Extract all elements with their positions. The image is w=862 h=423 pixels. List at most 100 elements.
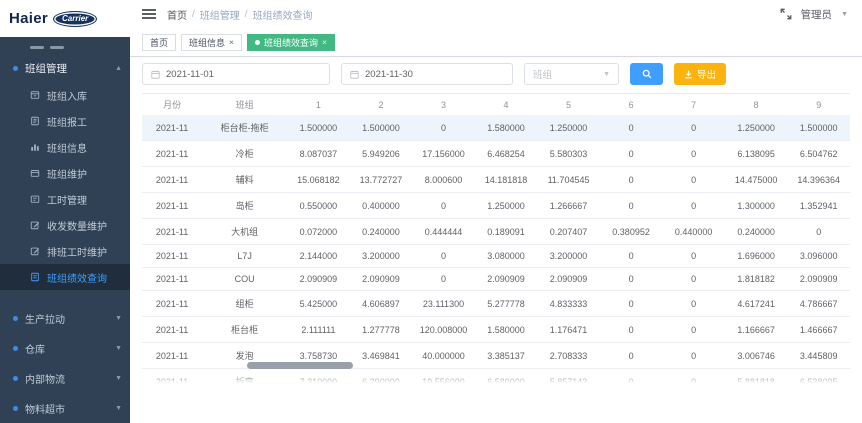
value-cell: 4.606897 [350,291,413,317]
sidebar-group-0[interactable]: 生产拉动▼ [0,303,130,333]
close-tab-icon[interactable]: × [229,38,234,47]
value-cell: 2.708333 [537,343,600,369]
value-cell: 6.504762 [787,141,850,167]
team-cell: 岛柜 [202,193,287,219]
value-cell: 0.240000 [725,219,788,245]
breadcrumb-item[interactable]: 班组管理 [200,7,240,22]
date-to-input[interactable]: 2021-11-30 [341,63,513,85]
month-cell: 2021-11 [142,369,202,386]
chevron-down-icon[interactable]: ▼ [841,11,848,18]
value-cell: 3.006746 [725,343,788,369]
value-cell: 0 [412,193,475,219]
sidebar-group-1[interactable]: 仓库▼ [0,333,130,363]
sidebar-item-label: 班组信息 [47,140,87,155]
team-cell: L7J [202,245,287,268]
hamburger-icon[interactable] [142,13,156,15]
sidebar-group-label: 生产拉动 [25,311,65,326]
tab-item[interactable]: 班组信息× [181,34,242,51]
clock-icon [29,194,40,205]
value-cell: 0 [412,115,475,141]
value-cell: 0 [662,167,725,193]
value-cell: 1.696000 [725,245,788,268]
value-cell: 0 [662,115,725,141]
chevron-down-icon: ▼ [115,375,122,382]
breadcrumb-separator: / [245,9,248,20]
table-row[interactable]: 2021-11折弯7.3100006.29000019.5560006.5800… [142,369,850,386]
table-row[interactable]: 2021-11大机组0.0720000.2400000.4444440.1890… [142,219,850,245]
sidebar-item-label: 收发数量维护 [47,218,107,233]
table-row[interactable]: 2021-11冷柜8.0870375.94920617.1560006.4682… [142,141,850,167]
sidebar-item-active[interactable]: 班组绩效查询 [0,264,130,290]
month-cell: 2021-11 [142,167,202,193]
doc-icon [29,272,40,283]
value-cell: 0 [412,268,475,291]
table-row[interactable]: 2021-11COU2.0909092.09090902.0909092.090… [142,268,850,291]
table-row[interactable]: 2021-11柜台柜-拖柜1.5000001.50000001.5800001.… [142,115,850,141]
sidebar-item-3[interactable]: 班组维护 [0,160,130,186]
search-button[interactable] [630,63,663,85]
sidebar-item-2[interactable]: 班组信息 [0,134,130,160]
sidebar-item-label: 工时管理 [47,192,87,207]
sidebar-item-5[interactable]: 收发数量维护 [0,212,130,238]
menu-dot-icon [13,316,18,321]
table-wrap: 月份班组123456789 2021-11柜台柜-拖柜1.5000001.500… [142,94,850,385]
table-row[interactable]: 2021-11L7J2.1440003.20000003.0800003.200… [142,245,850,268]
calendar-icon [350,70,359,79]
value-cell: 2.090909 [350,268,413,291]
value-cell: 7.310000 [287,369,350,386]
value-cell: 120.008000 [412,317,475,343]
value-cell: 40.000000 [412,343,475,369]
value-cell: 0 [412,245,475,268]
sidebar-item-label: 班组绩效查询 [47,270,107,285]
archive-icon [29,90,40,101]
close-tab-icon[interactable]: × [322,38,327,47]
team-cell: COU [202,268,287,291]
date-from-input[interactable]: 2021-11-01 [142,63,330,85]
value-cell: 3.445809 [787,343,850,369]
fullscreen-icon[interactable] [780,8,792,20]
sidebar-group-label: 物料超市 [25,401,65,416]
sidebar-parent-label: 班组管理 [25,61,67,76]
breadcrumb-item[interactable]: 首页 [167,7,187,22]
month-cell: 2021-11 [142,141,202,167]
sidebar-item-0[interactable]: 班组入库 [0,82,130,108]
tab-home[interactable]: 首页 [142,34,176,51]
value-cell: 1.580000 [475,115,538,141]
table-row[interactable]: 2021-11柜台柜2.1111111.277778120.0080001.58… [142,317,850,343]
value-cell: 1.166667 [725,317,788,343]
tab-active-item[interactable]: 班组绩效查询× [247,34,335,51]
stub-dash [30,46,44,49]
table-row[interactable]: 2021-11岛柜0.5500000.40000001.2500001.2666… [142,193,850,219]
table-row[interactable]: 2021-11组柜5.4250004.60689723.1113005.2777… [142,291,850,317]
sidebar-item-6[interactable]: 排班工时维护 [0,238,130,264]
user-name[interactable]: 管理员 [801,7,833,22]
month-cell: 2021-11 [142,291,202,317]
value-cell: 1.818182 [725,268,788,291]
tags-view-bar: 首页班组信息× 班组绩效查询× [130,28,862,57]
value-cell: 0 [600,317,663,343]
sidebar-item-4[interactable]: 工时管理 [0,186,130,212]
report-icon [29,116,40,127]
team-select[interactable]: 班组 ▼ [524,63,619,85]
value-cell: 5.580303 [537,141,600,167]
value-cell: 1.500000 [350,115,413,141]
sidebar-item-1[interactable]: 班组报工 [0,108,130,134]
value-cell: 3.385137 [475,343,538,369]
value-cell: 4.617241 [725,291,788,317]
horizontal-scrollbar-thumb[interactable] [247,362,353,369]
column-header: 班组 [202,94,287,115]
magnifier-icon [642,69,652,79]
value-cell: 1.266667 [537,193,600,219]
export-button[interactable]: 导出 [674,63,726,85]
sidebar-group-3[interactable]: 物料超市▼ [0,393,130,423]
value-cell: 14.396364 [787,167,850,193]
table-row[interactable]: 2021-11辅料15.06818213.7727278.00060014.18… [142,167,850,193]
main-area: 首页/班组管理/班组绩效查询 管理员 ▼ 首页班组信息×班组绩效查询× [130,0,862,423]
value-cell: 5.425000 [287,291,350,317]
value-cell: 8.000600 [412,167,475,193]
topbar: 首页/班组管理/班组绩效查询 管理员 ▼ [130,0,862,28]
column-header: 月份 [142,94,202,115]
value-cell: 2.144000 [287,245,350,268]
sidebar-group-2[interactable]: 内部物流▼ [0,363,130,393]
sidebar-item-team-management[interactable]: 班组管理 ▲ [0,55,130,82]
